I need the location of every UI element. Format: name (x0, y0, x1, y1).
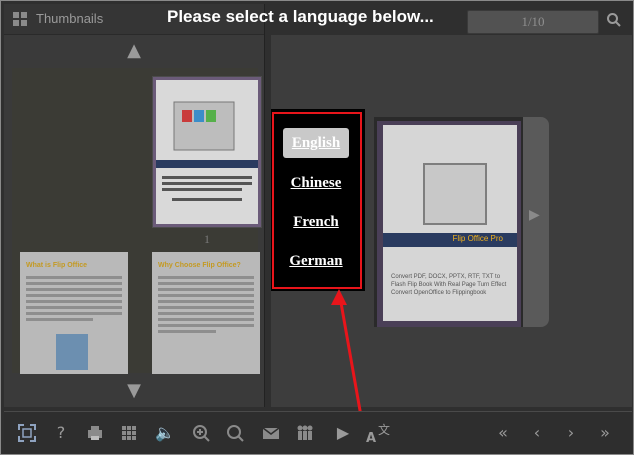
monitor-illustration (423, 163, 487, 225)
language-option-english[interactable]: English (283, 128, 349, 158)
thumbnail-cover-art (156, 101, 258, 201)
thumbnails-grid-icon[interactable] (12, 11, 28, 27)
zoom-out-icon[interactable] (224, 422, 246, 444)
next-page-icon[interactable]: › (560, 422, 582, 444)
book-page[interactable]: Flip Office Pro Convert PDF, DOCX, PPTX,… (377, 121, 521, 327)
language-option-chinese[interactable]: Chinese (283, 168, 349, 198)
previous-page-icon[interactable]: ‹ (526, 422, 548, 444)
thumbnails-title: Thumbnails (36, 11, 104, 26)
page-next-arrow-icon[interactable]: ▶ (529, 207, 540, 223)
email-icon[interactable] (260, 422, 282, 444)
svg-text:文: 文 (378, 422, 390, 437)
thumbnails-panel: Thumbnails ▲ 1 What is Flip Office Why C… (4, 4, 265, 407)
thumbnail-page-3-heading: Why Choose Flip Office? (158, 262, 241, 269)
bottom-toolbar: ? 🔈 ▶ A 文 « ‹ › » (4, 411, 632, 454)
language-prompt-title: Please select a language below... (167, 7, 434, 26)
sound-icon[interactable]: 🔈 (154, 422, 176, 444)
thumbnail-page-3-text (158, 276, 254, 336)
search-icon[interactable] (606, 12, 622, 28)
svg-text:A: A (366, 431, 376, 446)
thumbnail-page-number: 1 (204, 232, 210, 246)
thumbnails-list: 1 What is Flip Office Why Choose Flip Of… (12, 68, 262, 374)
language-option-french[interactable]: French (283, 207, 349, 237)
product-box-image (56, 334, 88, 370)
language-option-german[interactable]: German (283, 246, 349, 276)
scroll-down-arrow-icon[interactable]: ▼ (4, 376, 264, 406)
first-page-icon[interactable]: « (492, 422, 514, 444)
page-body-text: Convert PDF, DOCX, PPTX, RTF, TXT to Fla… (391, 274, 507, 296)
thumbnail-page-2[interactable]: What is Flip Office (20, 252, 128, 374)
flipbook-viewer: Thumbnails ▲ 1 What is Flip Office Why C… (0, 0, 634, 455)
print-icon[interactable] (84, 422, 106, 444)
scroll-up-arrow-icon[interactable]: ▲ (4, 36, 264, 66)
autoplay-icon[interactable]: ▶ (332, 422, 354, 444)
language-popup: English Chinese French German (272, 112, 362, 289)
thumbnail-page-3[interactable]: Why Choose Flip Office? (152, 252, 260, 374)
thumbnail-page-2-text (26, 276, 122, 324)
page-banner: Flip Office Pro (383, 233, 517, 247)
zoom-in-icon[interactable] (190, 422, 212, 444)
last-page-icon[interactable]: » (594, 422, 616, 444)
page-number-field[interactable]: 1/10 (467, 10, 599, 34)
fullscreen-icon[interactable] (16, 422, 38, 444)
help-icon[interactable]: ? (50, 422, 72, 444)
language-icon[interactable]: A 文 (364, 420, 392, 446)
brand-label: Flip Office Pro (452, 234, 503, 243)
thumbnail-page-2-heading: What is Flip Office (26, 262, 88, 269)
share-icon[interactable] (294, 422, 316, 444)
thumbnails-icon[interactable] (118, 422, 140, 444)
thumbnail-page-1[interactable] (152, 76, 262, 228)
